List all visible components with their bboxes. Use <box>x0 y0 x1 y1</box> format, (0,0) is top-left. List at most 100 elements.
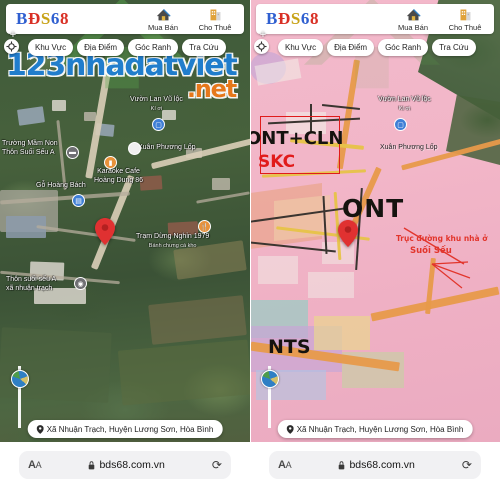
address-chip[interactable]: Xã Nhuận Trạch, Huyện Lương Sơn, Hòa Bìn… <box>27 420 223 438</box>
poi-sublabel: Bánh chưng cá kho <box>148 242 197 249</box>
header-action-label: Cho Thuê <box>198 23 232 32</box>
panel-divider <box>250 0 251 500</box>
header-action-label: Mua Bán <box>397 23 429 32</box>
lock-icon <box>339 460 345 469</box>
selected-location-pin[interactable] <box>95 218 115 245</box>
poi-tram-dung-nghi[interactable]: Trạm Dừng Nghỉn 1979 Bánh chưng cá kho <box>136 233 209 250</box>
logo-char-s: S <box>40 9 51 28</box>
filter-dia-diem[interactable]: Địa Điểm <box>327 38 375 56</box>
poi-label: Vườn Lan Vũ lộc <box>130 96 183 103</box>
filter-goc-ranh[interactable]: Góc Ranh <box>378 38 429 56</box>
header-actions: Mua Bán Cho Thuê <box>142 6 236 32</box>
poi-label: Karaoke Cafe <box>97 168 140 175</box>
poi-vuon-lan[interactable]: Vườn Lan Vũ lộc Kí ơi <box>130 96 183 113</box>
poi-marker-icon[interactable]: ▤ <box>72 194 85 207</box>
poi-truong-mam-non[interactable]: Trường Mầm Non Thôn Suối Sếu A <box>2 140 58 157</box>
poi-label: Vườn Lan Vũ lộc <box>378 96 431 103</box>
poi-label: Xuân Phương Lốp <box>138 144 196 151</box>
globe-compass-icon[interactable] <box>261 370 279 388</box>
filter-tra-cuu[interactable]: Tra Cứu <box>432 38 476 56</box>
header-action-cho-thue[interactable]: Cho Thuê <box>194 6 236 32</box>
zone-parcel <box>314 316 370 350</box>
house-sale-icon <box>155 6 172 23</box>
map-building <box>17 106 45 126</box>
poi-label: Trạm Dừng Nghỉn 1979 <box>136 233 210 240</box>
filter-tra-cuu[interactable]: Tra Cứu <box>182 38 226 56</box>
right-phone-screenshot: ONT+CLN SKC ONT NTS Trục đường khu nhà ở… <box>250 0 500 500</box>
map-pin-icon <box>286 424 294 434</box>
url-bar[interactable]: AA bds68.com.vn ⟳ <box>19 451 231 479</box>
filter-khu-vuc[interactable]: Khu Vực <box>278 38 324 56</box>
filter-goc-ranh[interactable]: Góc Ranh <box>128 38 179 56</box>
poi-sublabel: xã nhuận trạch <box>6 284 53 292</box>
site-header: BĐS68 Mua Bán Cho Thuê <box>256 4 494 34</box>
poi-sublabel: Kí ơi <box>398 105 411 112</box>
map-field-patch <box>148 295 247 345</box>
filter-khu-vuc[interactable]: Khu Vực <box>28 38 74 56</box>
poi-xuan-phuong[interactable]: Xuân Phương Lốp <box>138 144 196 153</box>
poi-marker-icon[interactable] <box>128 142 141 155</box>
map-road <box>196 191 250 204</box>
poi-marker-icon[interactable]: ▢ <box>394 118 407 131</box>
text-size-button[interactable]: AA <box>28 459 42 471</box>
site-logo[interactable]: BĐS68 <box>16 9 69 29</box>
poi-marker-icon[interactable]: ▮ <box>104 156 117 169</box>
locate-me-button[interactable] <box>4 39 19 54</box>
browser-bottom-bar: AA bds68.com.vn ⟳ <box>0 442 250 500</box>
map-road <box>36 225 136 242</box>
lock-icon <box>89 460 95 469</box>
map-field-patch <box>0 327 112 403</box>
logo-char-8: 8 <box>310 9 320 28</box>
selected-location-pin[interactable] <box>338 220 358 247</box>
poi-go-hoang-bach[interactable]: Gỗ Hoàng Bách <box>36 182 86 191</box>
poi-vuon-lan-plan[interactable]: Vườn Lan Vũ lộc Kí ơi <box>378 96 431 113</box>
header-action-mua-ban[interactable]: Mua Bán <box>392 6 434 32</box>
poi-sublabel: Hoàng Dung 86 <box>94 176 144 184</box>
building-rent-icon <box>458 6 473 23</box>
address-text: Xã Nhuận Trạch, Huyện Lương Sơn, Hòa Bìn… <box>46 424 214 434</box>
filter-dia-diem[interactable]: Địa Điểm <box>77 38 125 56</box>
poi-sublabel: Kí ơi <box>150 105 163 112</box>
map-road <box>150 136 250 170</box>
logo-char-d: Đ <box>27 9 41 28</box>
locate-me-button[interactable] <box>254 39 269 54</box>
address-text: Xã Nhuận Trạch, Huyện Lương Sơn, Hòa Bìn… <box>296 424 464 434</box>
header-actions: Mua Bán Cho Thuê <box>392 6 486 32</box>
map-building <box>212 178 230 190</box>
logo-char-8: 8 <box>60 9 70 28</box>
site-logo[interactable]: BĐS68 <box>266 9 319 29</box>
crosshair-icon <box>256 41 267 52</box>
poi-thon-suoi-seu[interactable]: Thôn suối sếu A xã nhuận trạch <box>6 276 56 293</box>
text-size-button[interactable]: AA <box>278 459 292 471</box>
logo-char-6: 6 <box>50 9 61 28</box>
url-display[interactable]: bds68.com.vn <box>338 459 415 471</box>
header-action-cho-thue[interactable]: Cho Thuê <box>444 6 486 32</box>
globe-compass-icon[interactable] <box>11 370 29 388</box>
address-chip[interactable]: Xã Nhuận Trạch, Huyện Lương Sơn, Hòa Bìn… <box>277 420 473 438</box>
poi-marker-icon[interactable]: 🍴 <box>198 220 211 233</box>
site-header: BĐS68 Mua Bán Cho Thuê <box>6 4 244 34</box>
zone-parcel <box>258 256 298 284</box>
url-bar[interactable]: AA bds68.com.vn ⟳ <box>269 451 481 479</box>
building-rent-icon <box>208 6 223 23</box>
parcel-boundary <box>322 104 360 110</box>
url-text: bds68.com.vn <box>349 459 415 471</box>
map-road <box>56 120 67 190</box>
poi-marker-icon[interactable]: ▢ <box>152 118 165 131</box>
poi-xuan-phuong-plan[interactable]: Xuân Phương Lốp <box>380 144 438 153</box>
logo-char-b: B <box>16 9 28 28</box>
reload-button[interactable]: ⟳ <box>462 458 472 472</box>
filter-pill-row: Khu Vực Địa Điểm Góc Ranh Tra Cứu <box>2 38 248 56</box>
map-field-patch <box>117 339 250 406</box>
url-text: bds68.com.vn <box>99 459 165 471</box>
url-display[interactable]: bds68.com.vn <box>88 459 165 471</box>
poi-marker-icon[interactable]: ◉ <box>74 277 87 290</box>
crosshair-icon <box>6 41 17 52</box>
filter-pill-row: Khu Vực Địa Điểm Góc Ranh Tra Cứu <box>252 38 498 56</box>
poi-marker-icon[interactable]: ▬ <box>66 146 79 159</box>
header-action-mua-ban[interactable]: Mua Bán <box>142 6 184 32</box>
poi-karaoke-cafe[interactable]: Karaoke Cafe Hoàng Dung 86 <box>94 168 143 185</box>
left-phone-screenshot: 123nhadatviet .net BĐS68 Mua Bán Cho Thu… <box>0 0 250 500</box>
reload-button[interactable]: ⟳ <box>212 458 222 472</box>
header-action-label: Mua Bán <box>147 23 179 32</box>
